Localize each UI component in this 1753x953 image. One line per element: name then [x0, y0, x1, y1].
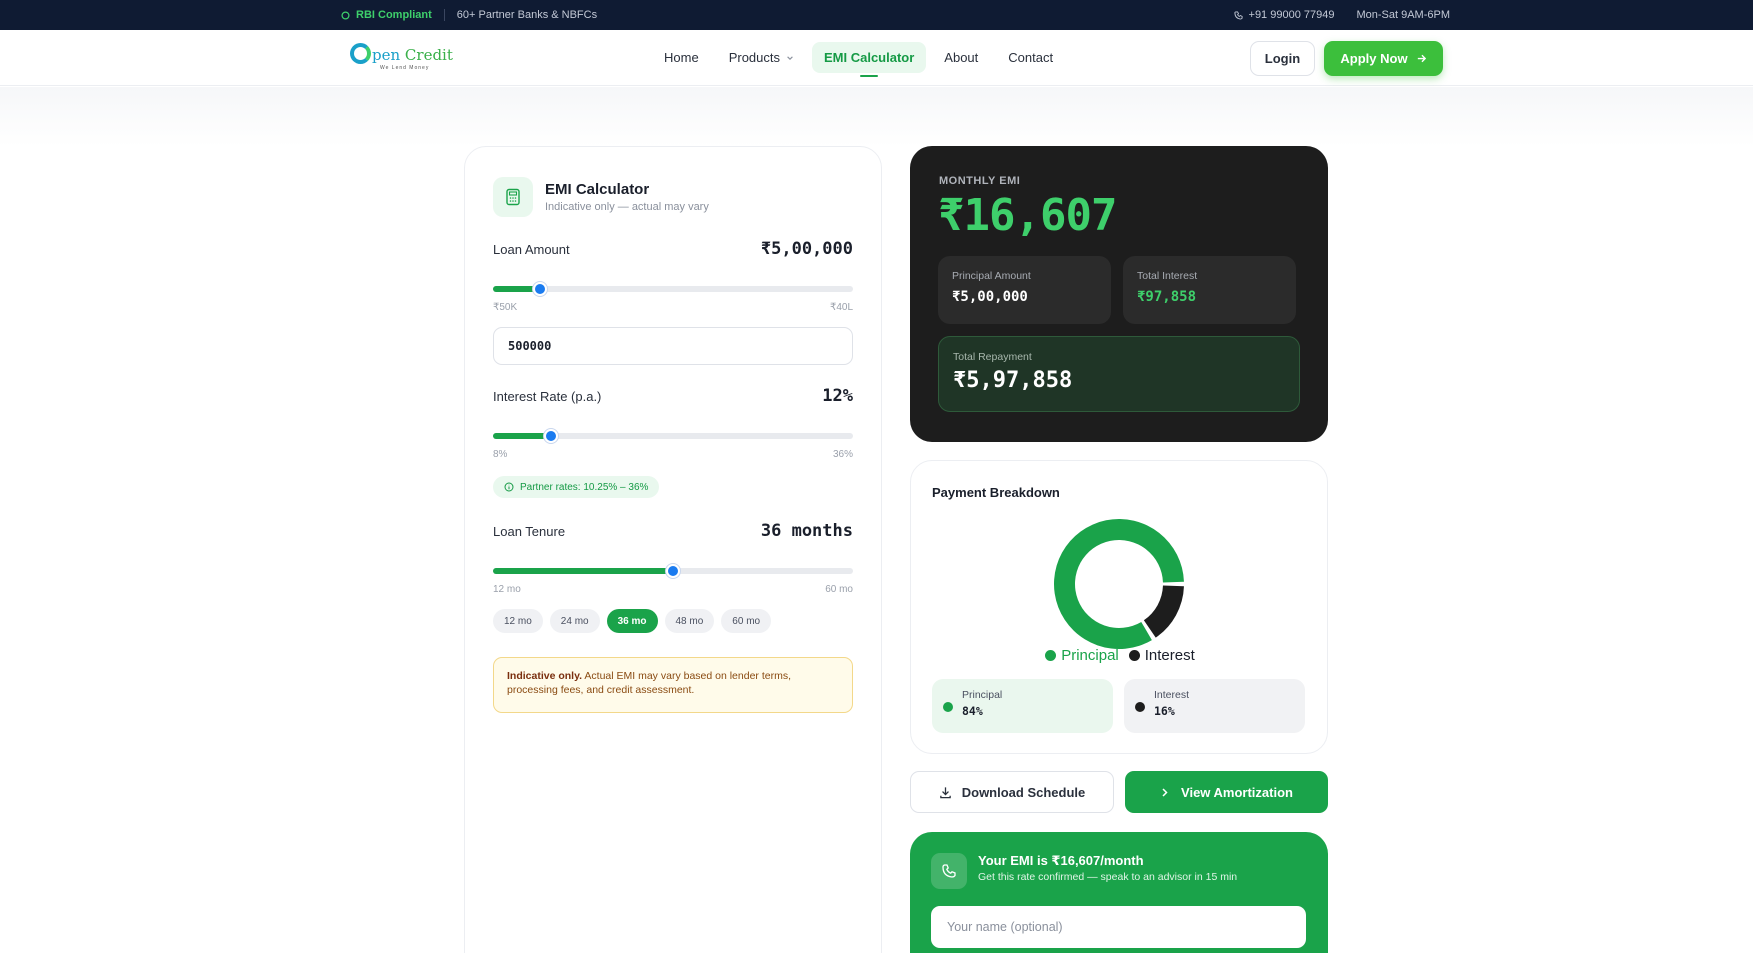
tenure-chip-24[interactable]: 24 mo [549, 609, 600, 633]
monthly-emi-card: MONTHLY EMI ₹16,607 Principal Amount ₹5,… [910, 146, 1328, 442]
rbi-badge: RBI Compliant [341, 9, 432, 21]
interest-share-value: 16% [1154, 704, 1175, 718]
loan-tenure-slider[interactable] [493, 564, 853, 578]
breakdown-title: Payment Breakdown [932, 485, 1060, 500]
total-repayment-value: ₹5,97,858 [953, 368, 1073, 393]
loan-amount-min: ₹50K [493, 302, 518, 313]
emi-calculator-card: EMI Calculator Indicative only — actual … [464, 146, 882, 953]
nav-item-contact[interactable]: Contact [996, 42, 1065, 73]
calculator-header: EMI Calculator Indicative only — actual … [493, 177, 709, 217]
tenure-chip-60[interactable]: 60 mo [721, 609, 772, 633]
shield-icon [341, 10, 350, 20]
principal-amount-label: Principal Amount [952, 270, 1031, 282]
tenure-chip-36[interactable]: 36 mo [606, 609, 658, 633]
total-repayment-label: Total Repayment [953, 351, 1032, 363]
phone-icon [931, 853, 967, 889]
view-amortization-button[interactable]: View Amortization [1125, 771, 1328, 813]
loan-amount-input[interactable]: 500000 [493, 327, 853, 365]
slider-thumb[interactable] [666, 564, 680, 578]
partner-rates-badge: Partner rates: 10.25% – 36% [493, 476, 660, 498]
principal-amount-box: Principal Amount ₹5,00,000 [938, 256, 1111, 324]
loan-tenure-label: Loan Tenure [493, 523, 566, 539]
cta-subtitle: Get this rate confirmed — speak to an ad… [978, 871, 1238, 883]
interest-share-label: Interest [1154, 689, 1190, 701]
cta-title: Your EMI is ₹16,607/month [978, 853, 1144, 868]
nav-item-home[interactable]: Home [652, 42, 711, 73]
loan-amount-range: ₹50K ₹40L [493, 302, 853, 313]
nav-item-products[interactable]: Products [717, 42, 806, 73]
calculator-subtitle: Indicative only — actual may vary [545, 201, 709, 213]
interest-rate-range: 8% 36% [493, 449, 853, 460]
principal-share-label: Principal [962, 689, 1003, 701]
calculator-title: EMI Calculator [545, 181, 650, 198]
brand-logo[interactable]: pen Credit We Lend Money [350, 43, 453, 71]
phone-link[interactable]: +91 99000 77949 [1233, 9, 1335, 21]
legend-interest: Interest [1128, 647, 1195, 664]
principal-share-box: Principal 84% [932, 679, 1113, 733]
donut-legend: Principal Interest [911, 647, 1329, 664]
interest-rate-slider[interactable] [493, 429, 853, 443]
loan-tenure-row: Loan Tenure 36 months [493, 521, 853, 541]
loan-tenure-value: 36 months [760, 521, 853, 541]
interest-rate-label: Interest Rate (p.a.) [493, 388, 602, 404]
name-input[interactable]: Your name (optional) [931, 906, 1306, 948]
loan-tenure-max: 60 mo [825, 584, 853, 595]
download-icon [939, 786, 951, 798]
chevron-right-icon [1162, 787, 1168, 797]
loan-tenure-min: 12 mo [493, 584, 521, 595]
nav-menu: Home Products EMI Calculator About Conta… [652, 42, 1065, 77]
chevron-down-icon [787, 55, 793, 60]
loan-amount-max: ₹40L [829, 302, 853, 313]
advisor-cta-card: Your EMI is ₹16,607/month Get this rate … [910, 832, 1328, 953]
loan-amount-label: Loan Amount [493, 241, 570, 257]
breakdown-donut-chart [1054, 519, 1184, 649]
payment-breakdown-card: Payment Breakdown Principal Interest Pri… [910, 460, 1328, 754]
loan-amount-row: Loan Amount ₹5,00,000 [493, 239, 853, 259]
apply-now-button[interactable]: Apply Now [1324, 41, 1443, 76]
total-interest-value: ₹97,858 [1137, 289, 1197, 305]
total-interest-box: Total Interest ₹97,858 [1123, 256, 1296, 324]
total-interest-label: Total Interest [1137, 270, 1198, 282]
loan-amount-slider[interactable] [493, 282, 853, 296]
tenure-chip-12[interactable]: 12 mo [493, 609, 543, 633]
interest-rate-value: 12% [822, 386, 853, 406]
nav-item-emi-calculator[interactable]: EMI Calculator [812, 42, 927, 77]
nav-item-about[interactable]: About [932, 42, 990, 73]
top-info-bar: RBI Compliant 60+ Partner Banks & NBFCs … [0, 0, 1753, 30]
donut-slice-interest [1143, 585, 1184, 638]
slider-fill [493, 568, 673, 574]
tenure-chip-group: 12 mo 24 mo 36 mo 48 mo 60 mo [493, 609, 772, 633]
principal-share-value: 84% [962, 704, 983, 718]
logo-tagline: We Lend Money [380, 65, 430, 71]
interest-share-box: Interest 16% [1124, 679, 1305, 733]
legend-principal: Principal [1045, 647, 1119, 664]
interest-rate-max: 36% [832, 449, 853, 460]
monthly-emi-label: MONTHLY EMI [939, 175, 1021, 187]
loan-amount-value: ₹5,00,000 [760, 239, 853, 259]
indicative-note: Indicative only. Actual EMI may vary bas… [493, 657, 853, 713]
slider-thumb[interactable] [543, 429, 558, 443]
interest-rate-min: 8% [493, 449, 508, 460]
arrow-right-icon [1417, 54, 1426, 63]
login-button[interactable]: Login [1250, 41, 1315, 76]
main-navbar: pen Credit We Lend Money Home Products E… [0, 30, 1753, 86]
download-schedule-button[interactable]: Download Schedule [910, 771, 1114, 813]
calculator-icon [493, 177, 533, 217]
tenure-chip-48[interactable]: 48 mo [664, 609, 715, 633]
phone-icon [1233, 10, 1243, 20]
note-bold: Indicative only. [507, 670, 583, 682]
total-repayment-box: Total Repayment ₹5,97,858 [938, 336, 1300, 412]
loan-tenure-range: 12 mo 60 mo [493, 584, 853, 595]
slider-fill [493, 433, 551, 439]
partners-label: 60+ Partner Banks & NBFCs [456, 9, 598, 21]
monthly-emi-value: ₹16,607 [938, 190, 1117, 241]
principal-amount-value: ₹5,00,000 [952, 289, 1028, 305]
slider-thumb[interactable] [532, 282, 547, 296]
rbi-label: RBI Compliant [356, 9, 432, 21]
info-icon [504, 482, 514, 492]
interest-rate-row: Interest Rate (p.a.) 12% [493, 386, 853, 406]
business-hours: Mon-Sat 9AM-6PM [1356, 9, 1450, 21]
phone-number: +91 99000 77949 [1248, 9, 1335, 21]
